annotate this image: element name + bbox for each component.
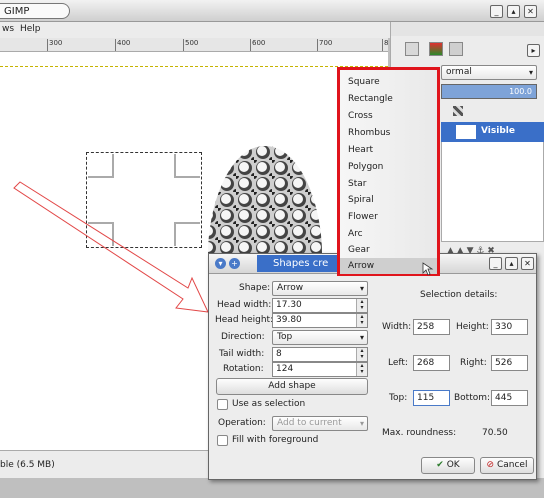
gimp-titlebar	[0, 0, 544, 22]
dialog-close-icon[interactable]: ✕	[521, 257, 534, 270]
cancel-button[interactable]: ⊘ Cancel	[480, 457, 534, 474]
direction-select[interactable]: Top ▾	[272, 330, 368, 345]
maximize-icon[interactable]: ▴	[507, 5, 520, 18]
width-field[interactable]: 258	[413, 319, 450, 335]
right-field[interactable]: 526	[491, 355, 528, 371]
ruler-tick: 500	[183, 39, 198, 51]
operation-label: Operation:	[218, 418, 266, 428]
ruler-tick: 600	[250, 39, 265, 51]
head-width-label: Head width:	[217, 300, 272, 310]
left-field[interactable]: 268	[413, 355, 450, 371]
window-title: GIMP	[0, 3, 70, 19]
ruler-tick: 300	[47, 39, 62, 51]
right-label: Right:	[460, 358, 487, 368]
layer-thumbnail	[456, 125, 476, 139]
option-rhombus[interactable]: Rhombus	[340, 125, 437, 141]
ok-button[interactable]: ✔ OK	[421, 457, 475, 474]
option-polygon[interactable]: Polygon	[340, 159, 437, 175]
tab-paths-icon[interactable]	[449, 42, 463, 56]
height-label: Height:	[456, 322, 489, 332]
selection-details-heading: Selection details:	[420, 290, 498, 300]
dialog-maximize-icon[interactable]: ▴	[505, 257, 518, 270]
operation-select[interactable]: Add to current ▾	[272, 416, 368, 431]
top-label: Top:	[389, 393, 408, 403]
option-gear[interactable]: Gear	[340, 242, 437, 258]
dock-menu-icon[interactable]: ▸	[527, 44, 540, 57]
shape-dropdown[interactable]: Square Rectangle Cross Rhombus Heart Pol…	[337, 67, 440, 276]
shape-dropdown-list: Square Rectangle Cross Rhombus Heart Pol…	[340, 70, 437, 274]
direction-label: Direction:	[221, 332, 265, 342]
layer-name: Visible	[481, 126, 515, 136]
option-arc[interactable]: Arc	[340, 226, 437, 242]
bottom-label: Bottom:	[454, 393, 491, 403]
option-spiral[interactable]: Spiral	[340, 192, 437, 208]
tail-width-label: Tail width:	[219, 349, 265, 359]
top-field[interactable]: 115	[413, 390, 450, 406]
dialog-title: Shapes cre	[257, 255, 347, 272]
shape-label: Shape:	[239, 283, 271, 293]
option-cross[interactable]: Cross	[340, 108, 437, 124]
width-label: Width:	[382, 322, 412, 332]
tail-width-input[interactable]: 8 ▴ ▾	[272, 347, 368, 362]
menu-help[interactable]: Help	[20, 24, 41, 34]
dialog-menu-icon[interactable]: ▾	[215, 258, 226, 269]
tab-layers-icon[interactable]	[405, 42, 419, 56]
shapes-dialog: ▾ + Shapes cre _ ▴ ✕ Shape: Arrow ▾ Head …	[208, 253, 537, 480]
max-roundness-value: 70.50	[482, 428, 508, 438]
mode-select[interactable]: ormal ▾	[441, 65, 537, 80]
dock-header	[391, 22, 544, 36]
option-rectangle[interactable]: Rectangle	[340, 91, 437, 107]
shape-select[interactable]: Arrow ▾	[272, 281, 368, 296]
use-as-selection-checkbox[interactable]	[217, 399, 228, 410]
opacity-slider[interactable]: 100.0	[441, 84, 537, 99]
option-flower[interactable]: Flower	[340, 209, 437, 225]
dialog-pin-icon[interactable]: +	[229, 258, 240, 269]
option-star[interactable]: Star	[340, 176, 437, 192]
mouse-cursor-icon	[422, 262, 434, 276]
fill-foreground-checkbox[interactable]	[217, 435, 228, 446]
ruler-tick: 8	[382, 39, 388, 51]
status-text: ble (6.5 MB)	[0, 460, 55, 470]
ruler-tick: 400	[115, 39, 130, 51]
tab-channels-icon[interactable]	[429, 42, 443, 56]
left-label: Left:	[388, 358, 408, 368]
close-icon[interactable]: ✕	[524, 5, 537, 18]
rotation-label: Rotation:	[223, 364, 264, 374]
head-height-label: Head height:	[215, 315, 274, 325]
layer-row-visible[interactable]: Visible	[441, 122, 544, 142]
add-shape-button[interactable]: Add shape	[216, 378, 368, 395]
horizontal-ruler[interactable]: 300 400 500 600 700 8	[0, 38, 388, 52]
fill-foreground-label: Fill with foreground	[232, 435, 319, 445]
option-heart[interactable]: Heart	[340, 142, 437, 158]
head-width-input[interactable]: 17.30 ▴ ▾	[272, 298, 368, 313]
check-icon: ✔	[436, 460, 444, 470]
max-roundness-label: Max. roundness:	[382, 428, 457, 438]
head-height-input[interactable]: 39.80 ▴ ▾	[272, 313, 368, 328]
rotation-input[interactable]: 124 ▴ ▾	[272, 362, 368, 377]
option-square[interactable]: Square	[340, 74, 437, 90]
cancel-icon: ⊘	[486, 460, 495, 470]
use-as-selection-label: Use as selection	[232, 399, 306, 409]
dialog-minimize-icon[interactable]: _	[489, 257, 502, 270]
minimize-icon[interactable]: _	[490, 5, 503, 18]
menu-views[interactable]: ws	[2, 24, 14, 34]
height-field[interactable]: 330	[491, 319, 528, 335]
bottom-field[interactable]: 445	[491, 390, 528, 406]
ruler-tick: 700	[317, 39, 332, 51]
lock-alpha-icon[interactable]	[453, 106, 463, 116]
